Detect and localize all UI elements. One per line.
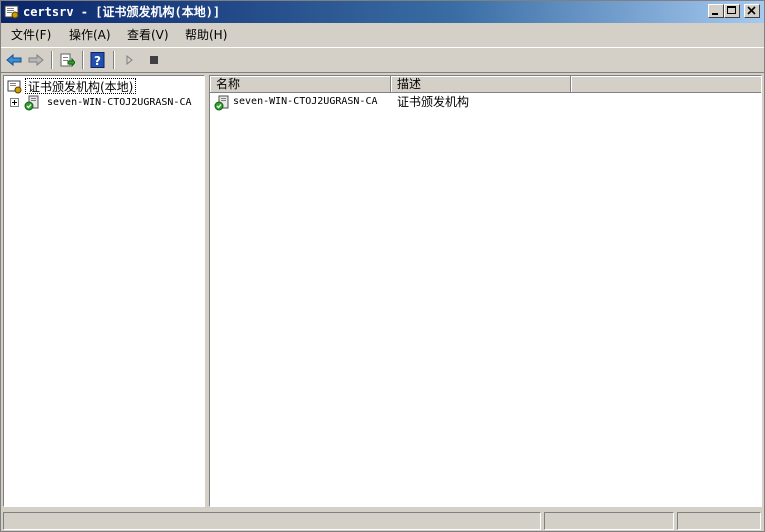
menu-help[interactable]: 帮助(H)	[183, 27, 229, 43]
export-list-icon	[60, 53, 75, 68]
window-title: certsrv - [证书颁发机构(本地)]	[23, 5, 221, 19]
toolbar-separator	[51, 51, 53, 69]
column-header-name[interactable]: 名称	[210, 76, 391, 93]
status-panel-main	[3, 512, 541, 530]
expand-toggle[interactable]	[10, 98, 19, 107]
status-panel-3	[677, 512, 761, 530]
title-bar[interactable]: certsrv - [证书颁发机构(本地)]	[1, 1, 764, 23]
back-arrow-icon	[6, 53, 22, 67]
list-item[interactable]: seven-WIN-CTOJ2UGRASN-CA 证书颁发机构	[210, 94, 761, 111]
column-header-description[interactable]: 描述	[391, 76, 571, 93]
stop-service-button[interactable]	[143, 51, 163, 69]
minimize-button[interactable]	[708, 4, 724, 18]
play-icon	[126, 54, 133, 66]
stop-icon	[150, 56, 158, 64]
certificate-authority-icon	[7, 78, 23, 94]
maximize-button[interactable]	[724, 4, 740, 18]
column-header-filler	[571, 76, 761, 93]
toolbar: ?	[1, 47, 764, 73]
status-bar	[1, 510, 764, 531]
ca-server-icon	[24, 95, 40, 111]
forward-arrow-icon	[28, 53, 44, 67]
ca-server-icon	[214, 95, 230, 111]
menu-file[interactable]: 文件(F)	[9, 27, 53, 43]
export-list-button[interactable]	[57, 51, 77, 69]
help-button[interactable]: ?	[88, 51, 108, 69]
help-icon: ?	[90, 52, 105, 68]
list-header: 名称 描述	[210, 76, 761, 93]
tree-root-label: 证书颁发机构(本地)	[25, 78, 137, 94]
svg-text:?: ?	[94, 54, 101, 68]
tree-item-ca-label: seven-WIN-CTOJ2UGRASN-CA	[47, 97, 192, 108]
start-service-button[interactable]	[119, 51, 139, 69]
console-tree-pane[interactable]: 证书颁发机构(本地) seven-WIN-CTOJ2UGRASN-CA	[3, 75, 205, 507]
certsrv-app-icon[interactable]	[4, 4, 20, 20]
menu-view[interactable]: 查看(V)	[125, 27, 171, 43]
menu-action[interactable]: 操作(A)	[67, 27, 113, 43]
result-list-pane[interactable]: 名称 描述 seven-WIN-CTOJ2UGRASN-CA 证书颁发机构	[209, 75, 762, 507]
back-button[interactable]	[4, 51, 24, 69]
toolbar-separator	[113, 51, 115, 69]
close-button[interactable]	[744, 4, 760, 18]
list-item-name: seven-WIN-CTOJ2UGRASN-CA	[233, 96, 378, 107]
forward-button[interactable]	[26, 51, 46, 69]
menu-bar: 文件(F) 操作(A) 查看(V) 帮助(H)	[1, 24, 764, 46]
status-panel-2	[544, 512, 674, 530]
toolbar-separator	[82, 51, 84, 69]
list-item-description: 证书颁发机构	[397, 95, 470, 109]
mmc-window: certsrv - [证书颁发机构(本地)] 文件(F) 操作(A) 查看(V)…	[0, 0, 765, 532]
